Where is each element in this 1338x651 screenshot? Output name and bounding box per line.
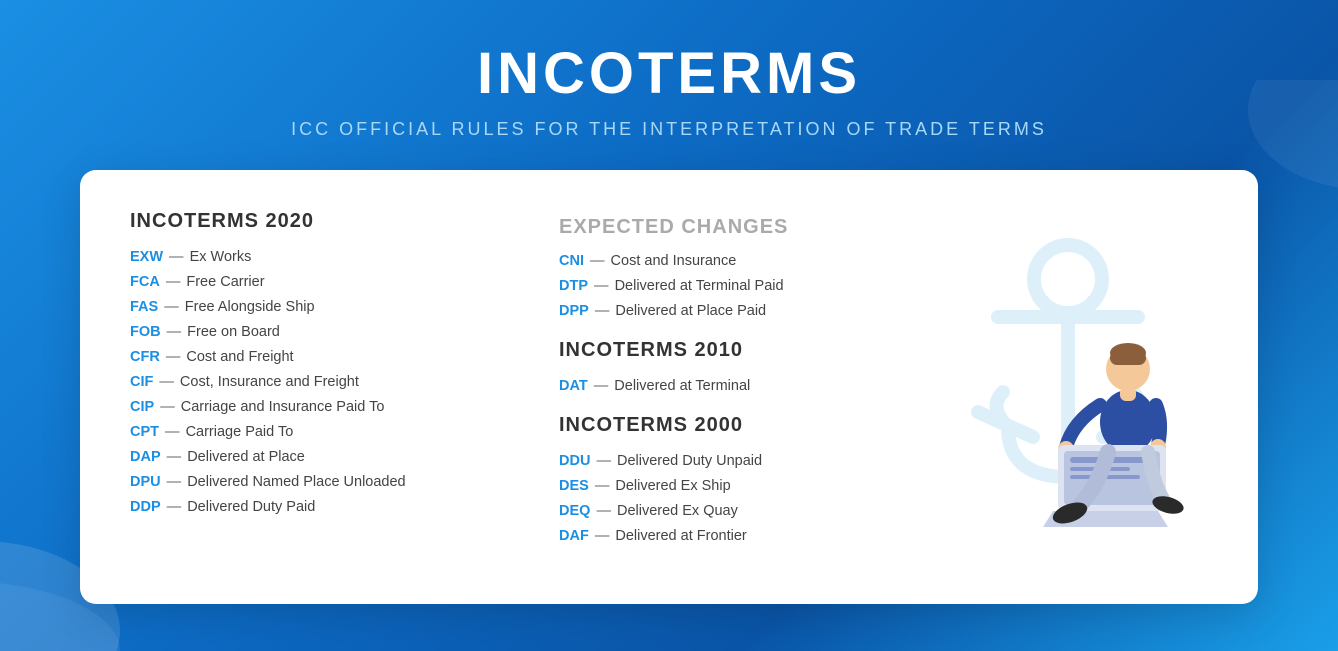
incoterms-2000-section: INCOTERMS 2000 DDU — Delivered Duty Unpa… [559,414,928,544]
term-description: Carriage Paid To [186,424,294,440]
list-item: DTP — Delivered at Terminal Paid [559,278,928,294]
list-item: CNI — Cost and Insurance [559,253,928,269]
list-item: DPU — Delivered Named Place Unloaded [130,474,499,490]
term-dash: — [590,378,613,394]
list-item: DPP — Delivered at Place Paid [559,303,928,319]
term-dash: — [160,299,183,315]
illustration-column [928,210,1208,564]
incoterms-2000-title: INCOTERMS 2000 [559,414,928,437]
list-item: EXW — Ex Works [130,249,499,265]
term-code: CIF [130,374,153,390]
list-item: DDU — Delivered Duty Unpaid [559,453,928,469]
expected-changes-section: EXPECTED CHANGES CNI — Cost and Insuranc… [559,216,928,319]
list-item: DAT — Delivered at Terminal [559,378,928,394]
list-item: DAP — Delivered at Place [130,449,499,465]
term-code: FAS [130,299,158,315]
term-code: CFR [130,349,160,365]
list-item: DEQ — Delivered Ex Quay [559,503,928,519]
list-item: DES — Delivered Ex Ship [559,478,928,494]
term-code: DDP [130,499,161,515]
term-code: FOB [130,324,161,340]
incoterms-2020-title: INCOTERMS 2020 [130,210,499,233]
incoterms-2010-section: INCOTERMS 2010 DAT — Delivered at Termin… [559,339,928,394]
term-code: DAF [559,528,589,544]
middle-column: EXPECTED CHANGES CNI — Cost and Insuranc… [499,210,928,564]
term-description: Free on Board [187,324,280,340]
term-description: Delivered at Place [187,449,305,465]
term-dash: — [163,449,186,465]
term-description: Delivered Ex Ship [615,478,730,494]
term-description: Delivered Ex Quay [617,503,738,519]
list-item: FCA — Free Carrier [130,274,499,290]
term-dash: — [592,503,615,519]
list-item: CIP — Carriage and Insurance Paid To [130,399,499,415]
term-description: Cost and Insurance [611,253,737,269]
list-item: FOB — Free on Board [130,324,499,340]
list-item: CFR — Cost and Freight [130,349,499,365]
term-dash: — [163,499,186,515]
term-code: DES [559,478,589,494]
term-dash: — [591,478,614,494]
term-code: DTP [559,278,588,294]
term-code: DAP [130,449,161,465]
term-dash: — [163,474,186,490]
term-code: DEQ [559,503,590,519]
list-item: DAF — Delivered at Frontier [559,528,928,544]
header: INCOTERMS ICC OFFICIAL RULES FOR THE INT… [0,0,1338,170]
term-dash: — [163,324,186,340]
term-code: DPU [130,474,161,490]
term-code: CIP [130,399,154,415]
term-description: Delivered Duty Paid [187,499,315,515]
term-description: Free Alongside Ship [185,299,315,315]
illustration-area [928,227,1208,547]
main-card: INCOTERMS 2020 EXW — Ex Works FCA — Free … [80,170,1258,604]
incoterms-2020-list: EXW — Ex Works FCA — Free Carrier FAS — Fr… [130,249,499,515]
list-item: CPT — Carriage Paid To [130,424,499,440]
page-title: INCOTERMS [20,40,1318,107]
incoterms-2000-list: DDU — Delivered Duty Unpaid DES — Deliver… [559,453,928,544]
term-description: Delivered at Terminal [614,378,750,394]
incoterms-2010-title: INCOTERMS 2010 [559,339,928,362]
term-description: Ex Works [190,249,252,265]
term-dash: — [162,274,185,290]
term-code: EXW [130,249,163,265]
term-dash: — [156,399,179,415]
term-code: DDU [559,453,590,469]
term-code: DPP [559,303,589,319]
term-dash: — [162,349,185,365]
term-description: Cost and Freight [186,349,293,365]
term-dash: — [165,249,188,265]
list-item: FAS — Free Alongside Ship [130,299,499,315]
term-description: Delivered Named Place Unloaded [187,474,405,490]
incoterms-2010-list: DAT — Delivered at Terminal [559,378,928,394]
term-description: Delivered at Frontier [615,528,746,544]
expected-changes-title: EXPECTED CHANGES [559,216,928,239]
term-dash: — [161,424,184,440]
term-dash: — [591,303,614,319]
term-description: Delivered at Terminal Paid [615,278,784,294]
list-item: CIF — Cost, Insurance and Freight [130,374,499,390]
expected-changes-list: CNI — Cost and Insurance DTP — Delivered … [559,253,928,319]
term-code: DAT [559,378,588,394]
term-description: Delivered Duty Unpaid [617,453,762,469]
incoterms-2020-column: INCOTERMS 2020 EXW — Ex Works FCA — Free … [130,210,499,564]
term-dash: — [590,278,613,294]
term-dash: — [591,528,614,544]
term-description: Delivered at Place Paid [615,303,766,319]
term-dash: — [586,253,609,269]
term-description: Carriage and Insurance Paid To [181,399,385,415]
term-description: Free Carrier [186,274,264,290]
list-item: DDP — Delivered Duty Paid [130,499,499,515]
term-description: Cost, Insurance and Freight [180,374,359,390]
term-code: CPT [130,424,159,440]
term-dash: — [155,374,178,390]
page-subtitle: ICC OFFICIAL RULES FOR THE INTERPRETATIO… [20,119,1318,140]
term-code: CNI [559,253,584,269]
person-illustration [998,327,1198,547]
term-code: FCA [130,274,160,290]
term-dash: — [592,453,615,469]
